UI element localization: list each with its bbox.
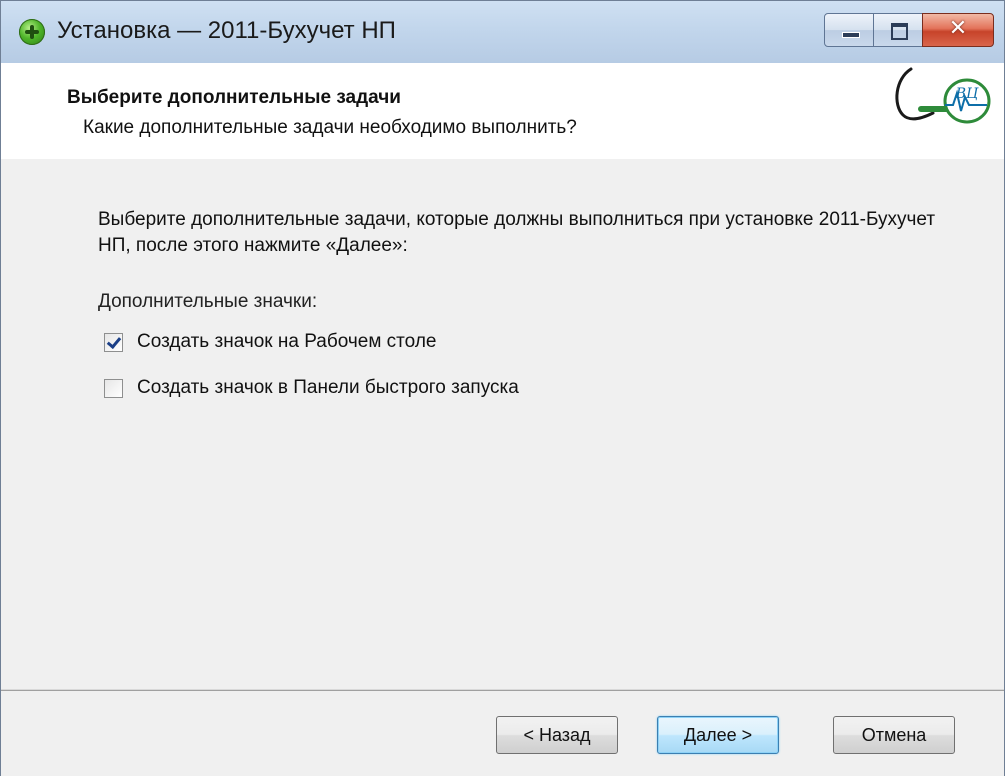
logo-text: ВЦ [955,86,979,102]
additional-icons-label: Дополнительные значки: [98,291,318,312]
minimize-icon [842,32,860,38]
window-title: Установка — 2011-Бухучет НП [57,17,396,44]
back-button[interactable]: < Назад [496,716,618,754]
wizard-header: Выберите дополнительные задачи Какие доп… [1,63,1004,160]
wizard-footer: < Назад Далее > Отмена [1,689,1004,776]
maximize-button[interactable] [873,13,923,47]
company-logo: ВЦ [895,67,991,124]
wizard-body: Выберите дополнительные задачи, которые … [1,159,1004,689]
task-desktop-icon[interactable]: Создать значок на Рабочем столе [104,329,436,355]
desktop-icon-checkbox[interactable] [104,332,123,352]
quicklaunch-icon-checkbox[interactable] [104,378,123,398]
next-button[interactable]: Далее > [657,716,779,754]
page-subtitle: Какие дополнительные задачи необходимо в… [83,117,577,138]
desktop-icon-label[interactable]: Создать значок на Рабочем столе [137,331,436,353]
close-button[interactable]: ✕ [922,13,994,47]
quicklaunch-icon-label[interactable]: Создать значок в Панели быстрого запуска [137,377,519,399]
maximize-icon [891,23,908,40]
cancel-button[interactable]: Отмена [833,716,955,754]
app-icon [19,19,45,45]
task-description: Выберите дополнительные задачи, которые … [98,209,936,256]
page-title: Выберите дополнительные задачи [67,87,401,108]
installer-window: Установка — 2011-Бухучет НП ✕ Выберите д… [0,0,1005,776]
minimize-button[interactable] [824,13,874,47]
title-bar[interactable]: Установка — 2011-Бухучет НП ✕ [1,1,1004,64]
close-icon: ✕ [948,16,968,41]
task-quicklaunch-icon[interactable]: Создать значок в Панели быстрого запуска [104,375,519,401]
